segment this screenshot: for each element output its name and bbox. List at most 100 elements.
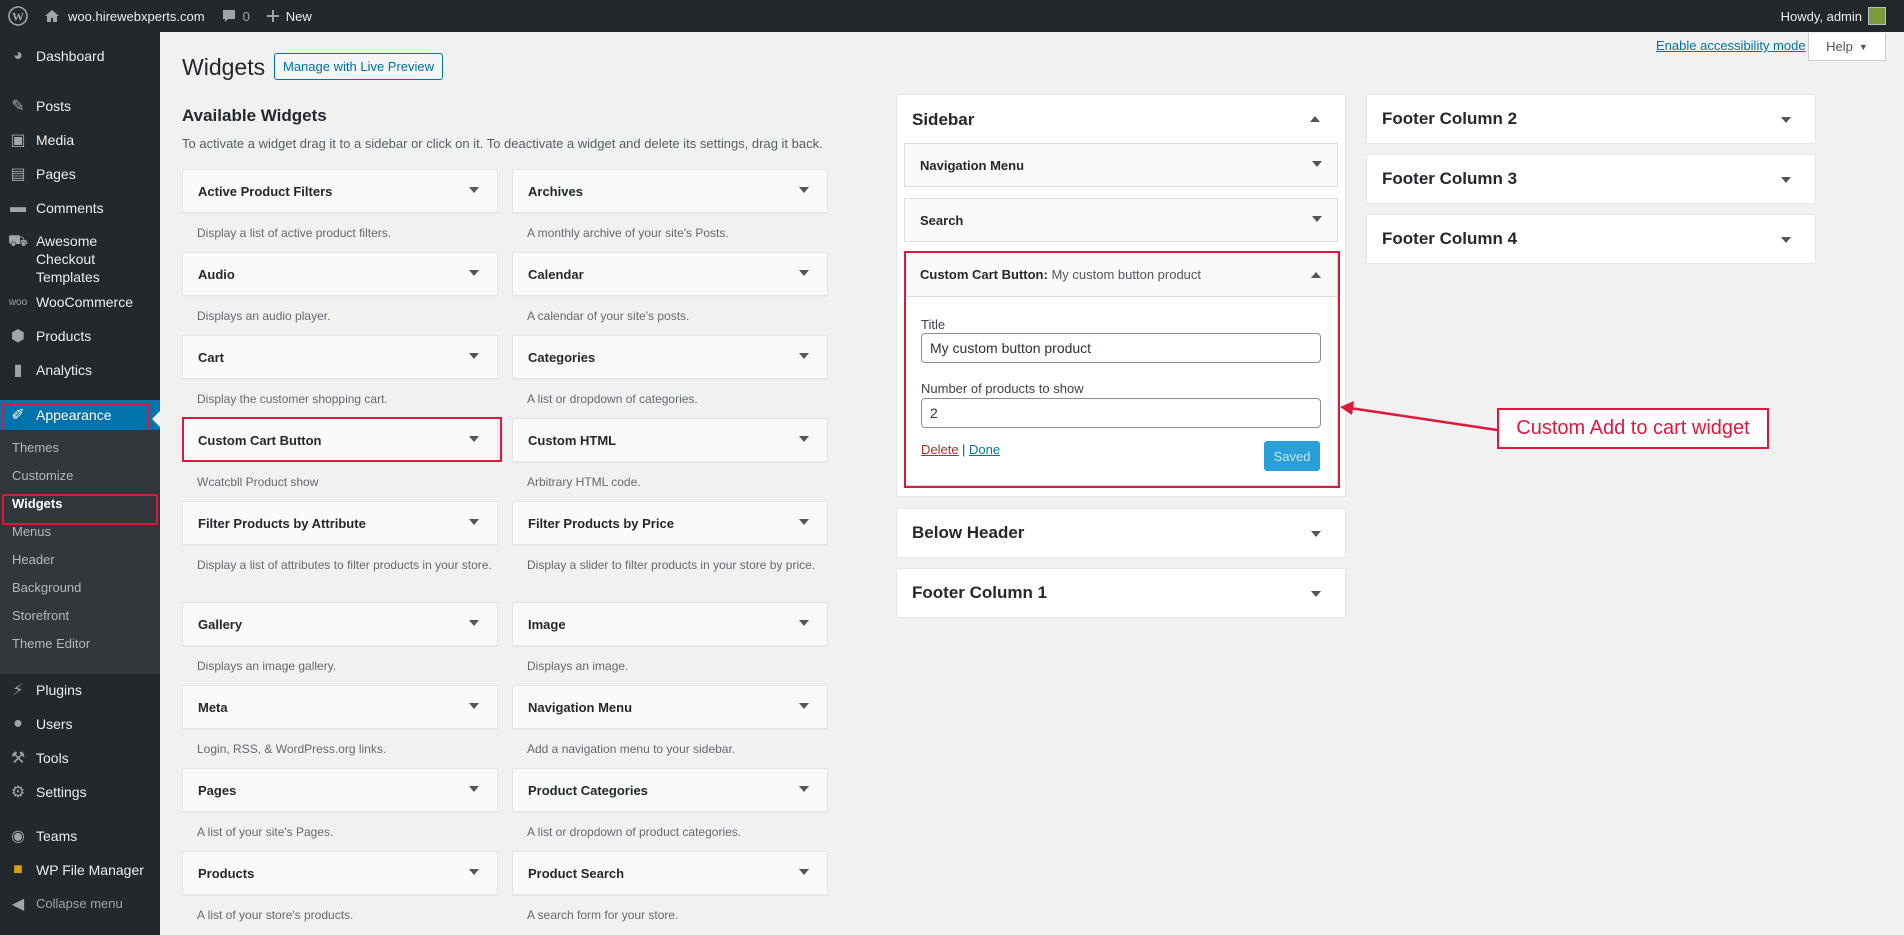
caret-down-icon bbox=[799, 869, 809, 875]
caret-down-icon bbox=[469, 519, 479, 525]
menu-users[interactable]: ● Users bbox=[0, 710, 160, 738]
annotation-arrow bbox=[1340, 401, 1498, 432]
annotation-label: Custom Add to cart widget bbox=[1497, 408, 1769, 449]
caret-down-icon bbox=[469, 703, 479, 709]
menu-media[interactable]: ▣ Media bbox=[0, 126, 160, 154]
menu-posts[interactable]: ✎ Posts bbox=[0, 92, 160, 120]
comment-bubble-icon bbox=[222, 10, 235, 22]
submenu-customize[interactable]: Customize bbox=[12, 468, 73, 483]
widget-title: Product Search bbox=[528, 865, 625, 881]
submenu-menus[interactable]: Menus bbox=[12, 524, 51, 539]
comment-icon: ▬ bbox=[10, 199, 26, 216]
sidebar-widget-search[interactable]: Search bbox=[904, 198, 1338, 242]
footer-column-1-area[interactable]: Footer Column 1 bbox=[896, 568, 1346, 618]
below-header-area[interactable]: Below Header bbox=[896, 508, 1346, 558]
submenu-themes[interactable]: Themes bbox=[12, 440, 59, 455]
help-tab[interactable]: Help ▼ bbox=[1808, 33, 1886, 61]
submenu-storefront[interactable]: Storefront bbox=[12, 608, 69, 623]
menu-pages[interactable]: ▤ Pages bbox=[0, 160, 160, 188]
widget-title: Calendar bbox=[528, 266, 584, 282]
caret-down-icon: ▼ bbox=[1858, 41, 1868, 52]
widget-navigation-menu[interactable]: Navigation Menu bbox=[512, 685, 828, 729]
widget-description: A calendar of your site's posts. bbox=[527, 309, 690, 323]
widget-categories[interactable]: Categories bbox=[512, 335, 828, 379]
wordpress-logo-icon[interactable]: W bbox=[0, 0, 36, 32]
widget-calendar[interactable]: Calendar bbox=[512, 252, 828, 296]
widget-title: Audio bbox=[198, 266, 235, 282]
menu-plugins[interactable]: ⚡ Plugins bbox=[0, 676, 160, 704]
menu-woocommerce[interactable]: woo WooCommerce bbox=[0, 288, 160, 316]
settings-icon: ⚙ bbox=[10, 784, 26, 801]
appearance-highlight bbox=[2, 403, 149, 433]
widget-archives[interactable]: Archives bbox=[512, 169, 828, 213]
widget-filter-products-by-attribute[interactable]: Filter Products by Attribute bbox=[182, 501, 498, 545]
sidebar-widget-navigation-menu[interactable]: Navigation Menu bbox=[904, 143, 1338, 187]
footer-column-4-area[interactable]: Footer Column 4 bbox=[1366, 214, 1816, 264]
caret-down-icon bbox=[469, 187, 479, 193]
widget-description: Displays an image gallery. bbox=[197, 659, 337, 673]
caret-down-icon bbox=[1781, 177, 1791, 183]
menu-tools[interactable]: ⚒ Tools bbox=[0, 744, 160, 772]
collapse-caret-icon[interactable] bbox=[1310, 116, 1320, 122]
sidebar-title[interactable]: Sidebar bbox=[912, 110, 974, 130]
woocommerce-icon: woo bbox=[8, 296, 28, 308]
widget-title: Products bbox=[198, 865, 255, 881]
widget-gallery[interactable]: Gallery bbox=[182, 602, 498, 646]
widget-product-categories[interactable]: Product Categories bbox=[512, 768, 828, 812]
menu-settings[interactable]: ⚙ Settings bbox=[0, 778, 160, 806]
my-account[interactable]: Howdy, admin bbox=[1773, 0, 1894, 32]
widget-description: A list or dropdown of categories. bbox=[527, 392, 698, 406]
menu-comments[interactable]: ▬ Comments bbox=[0, 194, 160, 222]
site-name-link[interactable]: woo.hirewebxperts.com bbox=[36, 0, 213, 32]
widget-products[interactable]: Products bbox=[182, 851, 498, 895]
widget-title: Filter Products by Attribute bbox=[198, 515, 366, 531]
widget-active-product-filters[interactable]: Active Product Filters bbox=[182, 169, 498, 213]
comments-link[interactable]: 0 bbox=[213, 0, 258, 32]
widget-title: Archives bbox=[528, 183, 583, 199]
widget-meta[interactable]: Meta bbox=[182, 685, 498, 729]
caret-down-icon bbox=[1781, 237, 1791, 243]
menu-dashboard[interactable]: ◕ Dashboard bbox=[0, 42, 160, 70]
widget-title: Product Categories bbox=[528, 782, 648, 798]
widget-description: Display a list of active product filters… bbox=[197, 226, 392, 240]
footer-column-2-area[interactable]: Footer Column 2 bbox=[1366, 94, 1816, 144]
widget-product-search[interactable]: Product Search bbox=[512, 851, 828, 895]
menu-awesome-checkout[interactable]: ⛟ Awesome Checkout Templates bbox=[0, 228, 160, 285]
widget-pages[interactable]: Pages bbox=[182, 768, 498, 812]
widget-description: A list of your site's Pages. bbox=[197, 825, 334, 839]
widget-filter-products-by-price[interactable]: Filter Products by Price bbox=[512, 501, 828, 545]
enable-accessibility-link[interactable]: Enable accessibility mode bbox=[1656, 38, 1806, 53]
submenu-background[interactable]: Background bbox=[12, 580, 81, 595]
widget-audio[interactable]: Audio bbox=[182, 252, 498, 296]
page-title: Widgets bbox=[182, 54, 266, 80]
appearance-submenu: Themes Customize Widgets Menus Header Ba… bbox=[0, 430, 160, 674]
widget-image[interactable]: Image bbox=[512, 602, 828, 646]
widget-description: Display a slider to filter products in y… bbox=[527, 558, 816, 572]
menu-analytics[interactable]: ▮ Analytics bbox=[0, 356, 160, 384]
widget-description: Display the customer shopping cart. bbox=[197, 392, 388, 406]
caret-down-icon bbox=[469, 869, 479, 875]
manage-live-preview-button[interactable]: Manage with Live Preview bbox=[274, 53, 444, 80]
submenu-theme-editor[interactable]: Theme Editor bbox=[12, 636, 90, 651]
caret-down-icon bbox=[1312, 161, 1322, 167]
widget-custom-html[interactable]: Custom HTML bbox=[512, 418, 828, 462]
available-widgets-description: To activate a widget drag it to a sideba… bbox=[182, 136, 823, 151]
dashboard-icon: ◕ bbox=[13, 47, 23, 64]
menu-products[interactable]: ⬢ Products bbox=[0, 322, 160, 350]
menu-teams[interactable]: ◉ Teams bbox=[0, 822, 160, 850]
caret-down-icon bbox=[799, 436, 809, 442]
menu-collapse[interactable]: ◀ Collapse menu bbox=[0, 890, 160, 918]
caret-down-icon bbox=[799, 786, 809, 792]
caret-down-icon bbox=[799, 187, 809, 193]
caret-down-icon bbox=[469, 353, 479, 359]
avatar bbox=[1868, 7, 1886, 25]
widget-cart[interactable]: Cart bbox=[182, 335, 498, 379]
admin-bar: W woo.hirewebxperts.com 0 New Howdy, adm… bbox=[0, 0, 1904, 32]
widget-description: A search form for your store. bbox=[527, 908, 679, 922]
menu-wp-file-manager[interactable]: ■ WP File Manager bbox=[0, 856, 160, 884]
footer-column-3-area[interactable]: Footer Column 3 bbox=[1366, 154, 1816, 204]
submenu-header[interactable]: Header bbox=[12, 552, 55, 567]
widget-description: A list or dropdown of product categories… bbox=[527, 825, 742, 839]
new-content-link[interactable]: New bbox=[258, 0, 320, 32]
svg-text:W: W bbox=[12, 10, 24, 24]
